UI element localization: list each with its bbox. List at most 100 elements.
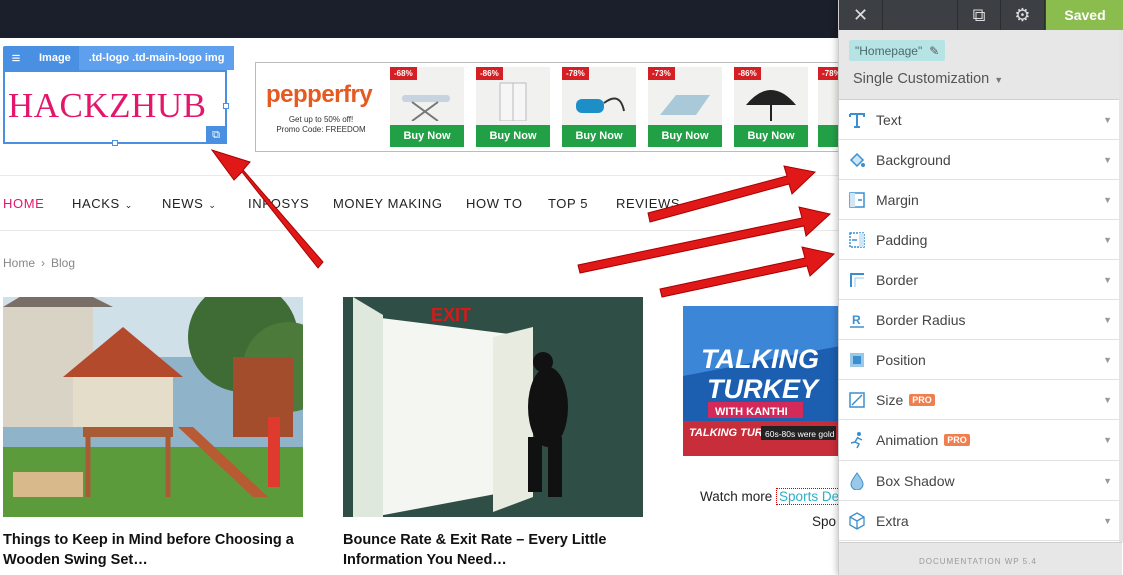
discount-badge: -73% (648, 67, 675, 80)
caret-down-icon: ▼ (1103, 315, 1112, 325)
caret-down-icon: ▼ (1103, 516, 1112, 526)
customization-mode-label: Single Customization (853, 71, 990, 87)
settings-sliders-icon[interactable]: ⚙ (1001, 0, 1045, 30)
option-border[interactable]: Border ▼ (839, 260, 1122, 300)
buy-now-button[interactable]: Buy Now (562, 125, 636, 147)
ad-product[interactable]: -86% Buy Now (734, 67, 808, 147)
option-padding[interactable]: Padding ▼ (839, 220, 1122, 260)
running-figure-icon (850, 432, 863, 449)
customization-mode-select[interactable]: Single Customization ▼ (853, 71, 1003, 87)
element-selection-toolbar[interactable]: ≡ Image .td-logo .td-main-logo img (3, 46, 235, 70)
post-title[interactable]: Things to Keep in Mind before Choosing a… (3, 530, 303, 570)
panel-header: "Homepage" ✎ Single Customization ▼ (839, 30, 1123, 100)
close-icon[interactable]: ✕ (839, 0, 883, 30)
option-label-text: Animation (876, 432, 939, 448)
option-background[interactable]: Background ▼ (839, 140, 1122, 180)
talking-turkey-image: TALKING TURKEY WITH KANTHI TALKING TURKE… (683, 306, 840, 456)
svg-text:R: R (852, 313, 861, 327)
breadcrumb-home-link[interactable]: Home (3, 256, 35, 270)
saved-button[interactable]: Saved (1046, 0, 1123, 30)
option-position[interactable]: Position ▼ (839, 340, 1122, 380)
pro-badge: PRO (909, 394, 935, 406)
exit-door-image: EXIT (343, 297, 643, 517)
hamburger-icon[interactable]: ≡ (3, 46, 29, 70)
caret-down-icon: ▼ (1103, 235, 1112, 245)
breadcrumb-current: Blog (51, 256, 76, 270)
discount-badge: -86% (734, 67, 761, 80)
nav-item-top-5[interactable]: TOP 5 (548, 196, 588, 211)
nav-item-news[interactable]: NEWS ⌄ (162, 196, 217, 211)
drop-icon (850, 472, 864, 490)
option-box-shadow[interactable]: Box Shadow ▼ (839, 461, 1122, 501)
post-title[interactable]: Bounce Rate & Exit Rate – Every Little I… (343, 530, 643, 570)
page-chip[interactable]: "Homepage" ✎ (849, 40, 946, 61)
nav-item-reviews[interactable]: REVIEWS (616, 196, 680, 211)
ad-product[interactable]: -73% Buy Now (648, 67, 722, 147)
panel-footer-text[interactable]: DOCUMENTATION WP 5.4 (919, 557, 1037, 566)
caret-down-icon: ▼ (1103, 435, 1112, 445)
option-margin[interactable]: Margin ▼ (839, 180, 1122, 220)
talking-turkey-promo[interactable]: TALKING TURKEY WITH KANTHI TALKING TURKE… (683, 306, 840, 456)
option-size[interactable]: Size PRO ▼ (839, 380, 1122, 420)
option-border-radius[interactable]: R Border Radius ▼ (839, 300, 1122, 340)
nav-item-money-making[interactable]: MONEY MAKING (333, 196, 443, 211)
sports-link[interactable]: Sports De (776, 488, 843, 505)
caret-down-icon: ▼ (1103, 275, 1112, 285)
option-label: Position (876, 352, 926, 368)
rug-image (660, 95, 710, 115)
option-label: Border (876, 272, 919, 288)
main-navigation: HOME HACKS ⌄ NEWS ⌄ INFOSYS MONEY MAKING H… (0, 175, 840, 231)
panel-scrollbar[interactable] (1119, 30, 1123, 542)
ad-promo-code: Promo Code: FREEDOM (276, 125, 366, 134)
panel-footer: DOCUMENTATION WP 5.4 (839, 542, 1122, 575)
post-thumbnail-exit-door[interactable]: EXIT (343, 297, 643, 517)
option-label-text: Size (876, 392, 904, 408)
ad-offer-text: Get up to 50% off! (288, 115, 354, 124)
option-extra[interactable]: Extra ▼ (839, 501, 1122, 541)
ad-brand-logo: pepperfry (266, 81, 373, 108)
post-thumbnail-swing-set[interactable] (3, 297, 303, 517)
ad-product[interactable]: -78% Buy Now (562, 67, 636, 147)
watch-more-continued: Spo (812, 514, 837, 529)
buy-now-button[interactable]: Buy Now (390, 125, 464, 147)
option-text[interactable]: Text ▼ (839, 100, 1122, 140)
selected-element-selector[interactable]: .td-logo .td-main-logo img (78, 46, 235, 70)
option-label: Text (876, 112, 902, 128)
discount-badge: -78% (562, 67, 589, 80)
buy-now-button[interactable]: Buy Now (734, 125, 808, 147)
ad-banner[interactable]: pepperfry Get up to 50% off! Promo Code:… (255, 62, 845, 152)
responsive-view-icon[interactable]: ⧉ (957, 0, 1001, 30)
ad-product[interactable]: -68% Buy Now (390, 67, 464, 147)
option-label: Size PRO (876, 392, 935, 408)
ad-product[interactable]: -86% Buy Now (476, 67, 550, 147)
resize-handle[interactable] (223, 103, 229, 109)
buy-now-button[interactable]: Buy Now (476, 125, 550, 147)
page-chip-label: "Homepage" (855, 43, 923, 58)
nav-item-home[interactable]: HOME (3, 196, 44, 211)
promo-sub: WITH KANTHI (715, 406, 788, 418)
caret-down-icon: ▼ (1103, 476, 1112, 486)
chevron-down-icon: ⌄ (124, 200, 133, 210)
site-logo[interactable]: HACKZHUB (8, 86, 206, 126)
nav-item-label: HACKS (72, 196, 120, 211)
vacuum-cleaner-image (576, 97, 625, 113)
nav-item-how-to[interactable]: HOW TO (466, 196, 523, 211)
text-icon (849, 113, 865, 128)
caret-down-icon: ▼ (1103, 195, 1112, 205)
nav-item-hacks[interactable]: HACKS ⌄ (72, 196, 133, 211)
pencil-icon[interactable]: ✎ (929, 44, 939, 58)
promo-headline-2: TURKEY (707, 374, 821, 404)
option-label: Animation PRO (876, 432, 970, 448)
size-icon (849, 392, 865, 408)
nav-item-infosys[interactable]: INFOSYS (248, 196, 309, 211)
buy-now-button[interactable]: Buy Now (648, 125, 722, 147)
customization-panel: ✕ ⧉ ⚙ Saved "Homepage" ✎ Single Customiza… (838, 0, 1123, 575)
margin-icon (849, 192, 865, 208)
option-animation[interactable]: Animation PRO ▼ (839, 420, 1122, 461)
duplicate-icon[interactable]: ⧉ (206, 126, 226, 144)
caret-down-icon: ▼ (994, 75, 1004, 85)
border-icon (850, 273, 864, 287)
chevron-down-icon: ⌄ (208, 200, 217, 210)
resize-handle[interactable] (112, 140, 118, 146)
selected-element-type: Image (39, 52, 71, 64)
